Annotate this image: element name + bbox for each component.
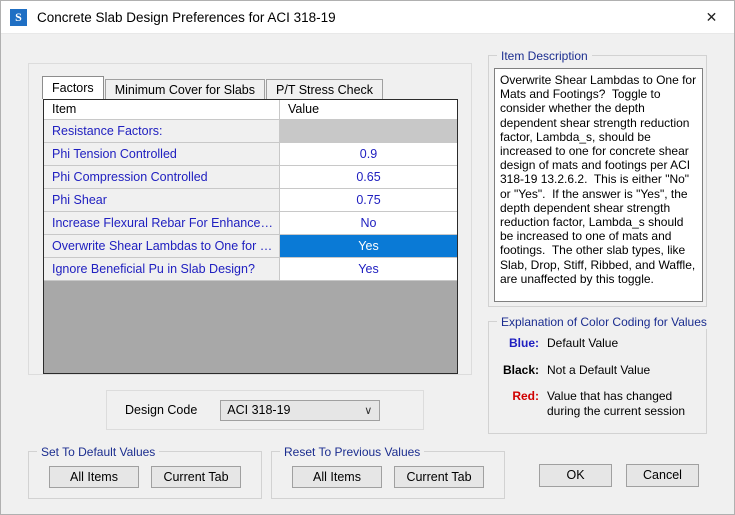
design-code-label: Design Code <box>125 403 197 417</box>
tab-strip: Factors Minimum Cover for Slabs P/T Stre… <box>42 77 384 99</box>
grid-cell-item: Increase Flexural Rebar For Enhanced Con… <box>44 212 280 234</box>
set-to-default-values-legend: Set To Default Values <box>37 445 159 459</box>
legend-desc-red: Value that has changed during the curren… <box>547 389 687 418</box>
reset-previous-buttons: All Items Current Tab <box>272 466 504 488</box>
table-row[interactable]: Phi Shear 0.75 <box>44 189 457 212</box>
legend-key-blue: Blue: <box>489 336 547 350</box>
set-to-default-values-group: Set To Default Values All Items Current … <box>28 451 262 499</box>
window-title: Concrete Slab Design Preferences for ACI… <box>37 10 336 25</box>
grid-header-row: Item Value <box>44 100 457 120</box>
legend-key-red: Red: <box>489 389 547 403</box>
item-description-legend: Item Description <box>497 49 592 63</box>
set-defaults-current-tab-button[interactable]: Current Tab <box>151 466 241 488</box>
cancel-button[interactable]: Cancel <box>626 464 699 487</box>
title-bar: S Concrete Slab Design Preferences for A… <box>1 1 734 34</box>
grid-cell-item: Phi Tension Controlled <box>44 143 280 165</box>
item-description-group: Item Description Overwrite Shear Lambdas… <box>488 55 707 307</box>
reset-to-previous-values-legend: Reset To Previous Values <box>280 445 424 459</box>
grid-cell-value[interactable]: 0.65 <box>280 166 457 188</box>
design-code-panel: Design Code ACI 318-19 ∨ <box>106 390 424 430</box>
table-row[interactable]: Increase Flexural Rebar For Enhanced Con… <box>44 212 457 235</box>
reset-previous-current-tab-button[interactable]: Current Tab <box>394 466 484 488</box>
grid-cell-item: Phi Shear <box>44 189 280 211</box>
grid-cell-value[interactable]: 0.9 <box>280 143 457 165</box>
legend-desc-blue: Default Value <box>547 336 687 351</box>
grid-cell-item: Ignore Beneficial Pu in Slab Design? <box>44 258 280 280</box>
ok-button[interactable]: OK <box>539 464 612 487</box>
grid-cell-value-selected[interactable]: Yes <box>280 235 457 257</box>
tab-minimum-cover-for-slabs[interactable]: Minimum Cover for Slabs <box>105 79 265 99</box>
table-row[interactable]: Resistance Factors: <box>44 120 457 143</box>
design-code-selected-value: ACI 318-19 <box>227 403 290 417</box>
tab-factors[interactable]: Factors <box>42 76 104 99</box>
dialog-window: S Concrete Slab Design Preferences for A… <box>0 0 735 515</box>
grid-header-item: Item <box>44 100 280 119</box>
close-icon[interactable]: ✕ <box>689 1 734 33</box>
grid-cell-value[interactable] <box>280 120 457 142</box>
list-item: Blue: Default Value <box>489 336 706 351</box>
set-defaults-all-items-button[interactable]: All Items <box>49 466 139 488</box>
legend-desc-black: Not a Default Value <box>547 363 687 378</box>
design-code-dropdown[interactable]: ACI 318-19 ∨ <box>220 400 380 421</box>
table-row[interactable]: Phi Compression Controlled 0.65 <box>44 166 457 189</box>
reset-previous-all-items-button[interactable]: All Items <box>292 466 382 488</box>
reset-to-previous-values-group: Reset To Previous Values All Items Curre… <box>271 451 505 499</box>
table-row-selected[interactable]: Overwrite Shear Lambdas to One for Mats … <box>44 235 457 258</box>
set-defaults-buttons: All Items Current Tab <box>29 466 261 488</box>
item-description-text: Overwrite Shear Lambdas to One for Mats … <box>494 68 703 302</box>
app-logo-icon: S <box>10 9 27 26</box>
grid-cell-value[interactable]: 0.75 <box>280 189 457 211</box>
list-item: Black: Not a Default Value <box>489 363 706 378</box>
chevron-down-icon: ∨ <box>364 404 372 418</box>
grid-cell-value[interactable]: Yes <box>280 258 457 280</box>
preferences-grid[interactable]: Item Value Resistance Factors: Phi Tensi… <box>43 99 458 374</box>
list-item: Red: Value that has changed during the c… <box>489 389 706 418</box>
grid-cell-item: Resistance Factors: <box>44 120 280 142</box>
grid-header-value: Value <box>280 100 457 119</box>
table-row[interactable]: Phi Tension Controlled 0.9 <box>44 143 457 166</box>
table-row[interactable]: Ignore Beneficial Pu in Slab Design? Yes <box>44 258 457 281</box>
legend-key-black: Black: <box>489 363 547 377</box>
grid-empty-area <box>44 281 457 374</box>
grid-cell-value[interactable]: No <box>280 212 457 234</box>
grid-cell-item: Phi Compression Controlled <box>44 166 280 188</box>
color-coding-legend: Explanation of Color Coding for Values <box>497 315 711 329</box>
color-coding-group: Explanation of Color Coding for Values B… <box>488 321 707 434</box>
color-coding-rows: Blue: Default Value Black: Not a Default… <box>489 336 706 430</box>
tab-pt-stress-check[interactable]: P/T Stress Check <box>266 79 383 99</box>
grid-cell-item: Overwrite Shear Lambdas to One for Mats … <box>44 235 280 257</box>
